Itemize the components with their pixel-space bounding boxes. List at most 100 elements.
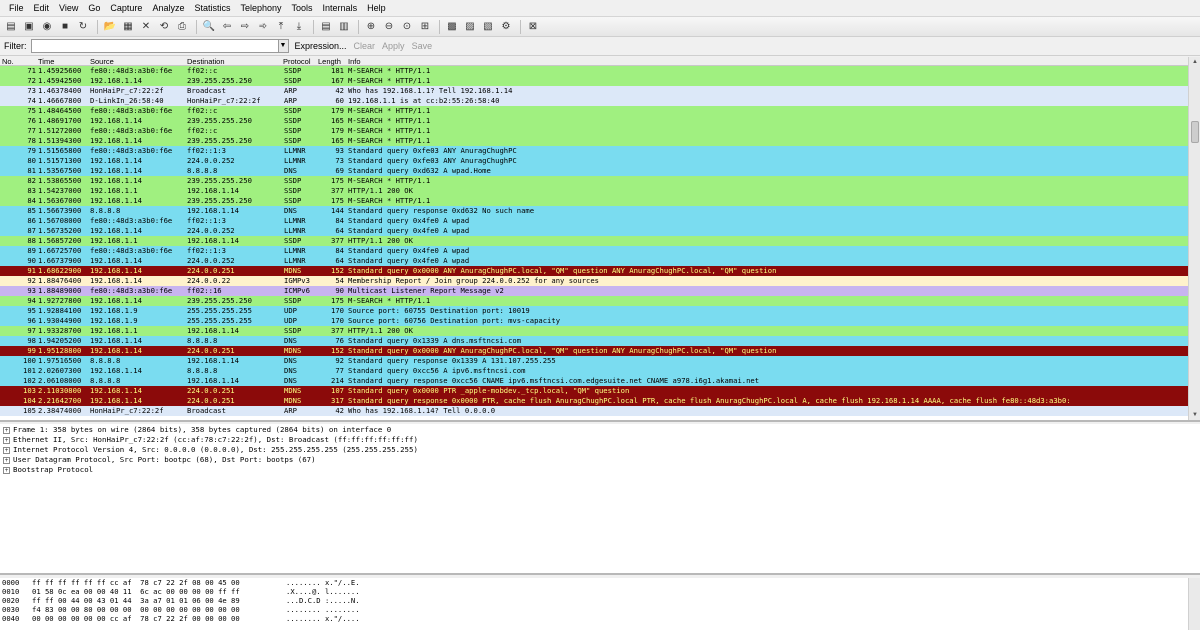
packet-row[interactable]: 81 1.53567500 192.168.1.14 8.8.8.8 DNS 69 Stan… xyxy=(0,166,1188,176)
packet-row[interactable]: 71 1.45925600 fe80::48d3:a3b0:f6e ff02::c SS… xyxy=(0,66,1188,76)
detail-tree-item[interactable]: + Ethernet II, Src: HonHaiPr_c7:22:2f (cc… xyxy=(0,435,1200,445)
detail-tree-item[interactable]: + Internet Protocol Version 4, Src: 0.0.0… xyxy=(0,445,1200,455)
packet-row[interactable]: 78 1.51394300 192.168.1.14 239.255.255.250 S… xyxy=(0,136,1188,146)
last-packet-icon[interactable]: ⤓ xyxy=(291,19,307,35)
save-icon[interactable]: ▦ xyxy=(120,19,136,35)
save-button[interactable]: Save xyxy=(412,41,433,51)
bytes-hex[interactable]: 01 58 0c ea 00 00 40 11 6c ac 00 00 00 0… xyxy=(32,587,240,596)
preferences-icon[interactable]: ⚙ xyxy=(498,19,514,35)
menu-capture[interactable]: Capture xyxy=(105,0,147,17)
bytes-offset[interactable]: 0010 xyxy=(2,587,19,596)
scroll-up-icon[interactable]: ▲ xyxy=(1189,57,1200,67)
bytes-offset[interactable]: 0020 xyxy=(2,596,19,605)
column-header-info[interactable]: Info xyxy=(348,57,361,66)
packet-row[interactable]: 99 1.95128800 192.168.1.14 224.0.0.251 MDNS 1… xyxy=(0,346,1188,356)
bytes-scrollbar[interactable] xyxy=(1188,578,1200,630)
coloring-rules-icon[interactable]: ▧ xyxy=(480,19,496,35)
packet-row[interactable]: 98 1.94205200 192.168.1.14 8.8.8.8 DNS 76 Stan… xyxy=(0,336,1188,346)
packet-row[interactable]: 87 1.56735200 192.168.1.14 224.0.0.252 LLMNR… xyxy=(0,226,1188,236)
forward-icon[interactable]: ⇨ xyxy=(237,19,253,35)
packet-row[interactable]: 73 1.46378400 HonHaiPr_c7:22:2f Broadcast AR… xyxy=(0,86,1188,96)
open-icon[interactable]: 📂 xyxy=(102,19,118,35)
menu-statistics[interactable]: Statistics xyxy=(189,0,235,17)
close-file-icon[interactable]: ✕ xyxy=(138,19,154,35)
bytes-ascii[interactable]: .X....@. l....... xyxy=(286,587,360,596)
packet-row[interactable]: 93 1.88489000 fe80::48d3:a3b0:f6e ff02::16 I… xyxy=(0,286,1188,296)
start-capture-icon[interactable]: ◉ xyxy=(39,19,55,35)
capture-options-icon[interactable]: ▣ xyxy=(21,19,37,35)
menu-internals[interactable]: Internals xyxy=(318,0,363,17)
colorize-icon[interactable]: ▤ xyxy=(318,19,334,35)
menu-edit[interactable]: Edit xyxy=(29,0,55,17)
packet-row[interactable]: 75 1.48464500 fe80::48d3:a3b0:f6e ff02::c SS… xyxy=(0,106,1188,116)
display-filters-icon[interactable]: ▨ xyxy=(462,19,478,35)
menu-view[interactable]: View xyxy=(54,0,83,17)
autoscroll-icon[interactable]: ▥ xyxy=(336,19,352,35)
packet-row[interactable]: 102 2.06108000 8.8.8.8 192.168.1.14 DNS 214 St… xyxy=(0,376,1188,386)
bytes-hex[interactable]: 00 00 00 00 00 00 cc af 78 c7 22 2f 00 0… xyxy=(32,614,240,623)
column-header-source[interactable]: Source xyxy=(90,57,114,66)
packet-row[interactable]: 76 1.48691700 192.168.1.14 239.255.255.250 S… xyxy=(0,116,1188,126)
back-icon[interactable]: ⇦ xyxy=(219,19,235,35)
zoom-out-icon[interactable]: ⊖ xyxy=(381,19,397,35)
packet-row[interactable]: 101 2.02607300 192.168.1.14 8.8.8.8 DNS 77 Sta… xyxy=(0,366,1188,376)
packet-row[interactable]: 103 2.11030800 192.168.1.14 224.0.0.251 MDNS… xyxy=(0,386,1188,396)
bytes-offset[interactable]: 0030 xyxy=(2,605,19,614)
packet-row[interactable]: 89 1.66725700 fe80::48d3:a3b0:f6e ff02::1:3… xyxy=(0,246,1188,256)
packet-row[interactable]: 72 1.45942500 192.168.1.14 239.255.255.250 S… xyxy=(0,76,1188,86)
help-icon[interactable]: ⊠ xyxy=(525,19,541,35)
stop-capture-icon[interactable]: ■ xyxy=(57,19,73,35)
print-icon[interactable]: ⎙ xyxy=(174,19,190,35)
packet-row[interactable]: 74 1.46667800 D-LinkIn_26:58:40 HonHaiPr_c7… xyxy=(0,96,1188,106)
bytes-offset[interactable]: 0000 xyxy=(2,578,19,587)
packet-row[interactable]: 91 1.68622900 192.168.1.14 224.0.0.251 MDNS 1… xyxy=(0,266,1188,276)
packet-row[interactable]: 94 1.92727800 192.168.1.14 239.255.255.250 S… xyxy=(0,296,1188,306)
bytes-hex[interactable]: f4 83 00 00 80 00 00 00 00 00 00 00 00 0… xyxy=(32,605,240,614)
packet-row[interactable]: 105 2.38474000 HonHaiPr_c7:22:2f Broadcast A… xyxy=(0,406,1188,416)
bytes-ascii[interactable]: ........ x."/..E. xyxy=(286,578,360,587)
packet-list-scrollbar[interactable]: ▲ ▼ xyxy=(1188,57,1200,420)
reload-icon[interactable]: ⟲ xyxy=(156,19,172,35)
packet-row[interactable]: 88 1.56857200 192.168.1.1 192.168.1.14 SSDP 3… xyxy=(0,236,1188,246)
expression-button[interactable]: Expression... xyxy=(295,41,347,51)
detail-tree-item[interactable]: + Frame 1: 358 bytes on wire (2864 bits),… xyxy=(0,425,1200,435)
menu-analyze[interactable]: Analyze xyxy=(147,0,189,17)
capture-filters-icon[interactable]: ▩ xyxy=(444,19,460,35)
menu-telephony[interactable]: Telephony xyxy=(235,0,286,17)
menu-go[interactable]: Go xyxy=(83,0,105,17)
packet-row[interactable]: 83 1.54237000 192.168.1.1 192.168.1.14 SSDP 3… xyxy=(0,186,1188,196)
goto-icon[interactable]: ➾ xyxy=(255,19,271,35)
zoom-normal-icon[interactable]: ⊙ xyxy=(399,19,415,35)
packet-row[interactable]: 85 1.56673900 8.8.8.8 192.168.1.14 DNS 144 Sta… xyxy=(0,206,1188,216)
expand-plus-icon[interactable]: + xyxy=(3,426,10,434)
column-header-protocol[interactable]: Protocol xyxy=(283,57,311,66)
scroll-thumb[interactable] xyxy=(1191,121,1199,143)
find-icon[interactable]: 🔍 xyxy=(201,19,217,35)
packet-row[interactable]: 97 1.93328700 192.168.1.1 192.168.1.14 SSDP 3… xyxy=(0,326,1188,336)
resize-columns-icon[interactable]: ⊞ xyxy=(417,19,433,35)
bytes-hex[interactable]: ff ff ff ff ff ff cc af 78 c7 22 2f 08 0… xyxy=(32,578,240,587)
apply-button[interactable]: Apply xyxy=(382,41,405,51)
bytes-offset[interactable]: 0040 xyxy=(2,614,19,623)
filter-dropdown-button[interactable]: ▼ xyxy=(278,39,289,53)
expand-plus-icon[interactable]: + xyxy=(3,466,10,474)
packet-row[interactable]: 95 1.92884100 192.168.1.9 255.255.255.255 UD… xyxy=(0,306,1188,316)
bytes-ascii[interactable]: ...D.C.D :.....N. xyxy=(286,596,360,605)
column-header-time[interactable]: Time xyxy=(38,57,54,66)
bytes-hex[interactable]: ff ff 00 44 00 43 01 44 3a a7 01 01 06 0… xyxy=(32,596,240,605)
interfaces-icon[interactable]: ▤ xyxy=(3,19,19,35)
packet-row[interactable]: 96 1.93044900 192.168.1.9 255.255.255.255 UD… xyxy=(0,316,1188,326)
restart-capture-icon[interactable]: ↻ xyxy=(75,19,91,35)
detail-tree-item[interactable]: + Bootstrap Protocol xyxy=(0,465,1200,475)
packet-row[interactable]: 92 1.88476400 192.168.1.14 224.0.0.22 IGMPv3… xyxy=(0,276,1188,286)
bytes-ascii[interactable]: ........ ........ xyxy=(286,605,360,614)
packet-row[interactable]: 90 1.66737900 192.168.1.14 224.0.0.252 LLMNR… xyxy=(0,256,1188,266)
detail-tree-item[interactable]: + User Datagram Protocol, Src Port: bootp… xyxy=(0,455,1200,465)
packet-row[interactable]: 80 1.51571300 192.168.1.14 224.0.0.252 LLMNR… xyxy=(0,156,1188,166)
bytes-ascii[interactable]: ........ x."/.... xyxy=(286,614,360,623)
column-header-destination[interactable]: Destination xyxy=(187,57,225,66)
packet-row[interactable]: 79 1.51565800 fe80::48d3:a3b0:f6e ff02::1:3… xyxy=(0,146,1188,156)
menu-help[interactable]: Help xyxy=(362,0,391,17)
packet-row[interactable]: 82 1.53865500 192.168.1.14 239.255.255.250 S… xyxy=(0,176,1188,186)
menu-tools[interactable]: Tools xyxy=(287,0,318,17)
